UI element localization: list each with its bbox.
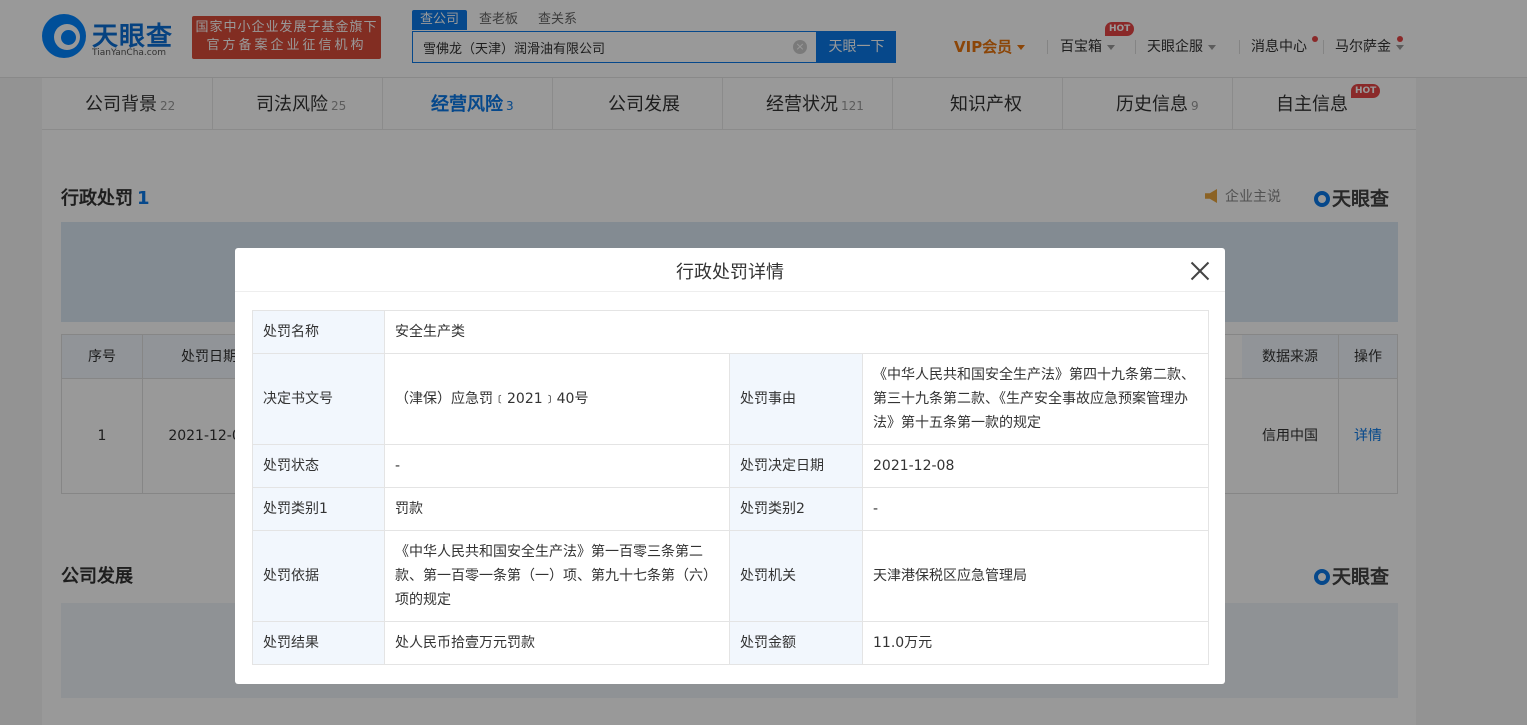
modal-title: 行政处罚详情 <box>676 262 784 283</box>
value-penalty-status: - <box>384 444 730 488</box>
close-icon[interactable] <box>1189 260 1211 282</box>
value-penalty-basis: 《中华人民共和国安全生产法》第一百零三条第二款、第一百零一条第（一）项、第九十七… <box>384 530 730 622</box>
detail-row: 处罚状态 - 处罚决定日期 2021-12-08 <box>252 444 1210 488</box>
detail-row: 处罚依据 《中华人民共和国安全生产法》第一百零三条第二款、第一百零一条第（一）项… <box>252 530 1210 622</box>
value-decision-no: （津保）应急罚﹝2021﹞40号 <box>384 353 730 445</box>
modal-header: 行政处罚详情 <box>235 248 1225 292</box>
value-decision-date: 2021-12-08 <box>861 444 1210 488</box>
label-penalty-name: 处罚名称 <box>252 310 385 354</box>
value-penalty-type-1: 罚款 <box>384 487 730 531</box>
value-penalty-type-2: - <box>861 487 1210 531</box>
label-penalty-type-1: 处罚类别1 <box>252 487 385 531</box>
value-penalty-amount: 11.0万元 <box>861 621 1210 665</box>
value-penalty-result: 处人民币拾壹万元罚款 <box>384 621 730 665</box>
value-penalty-reason: 《中华人民共和国安全生产法》第四十九条第二款、第三十九条第二款、《生产安全事故应… <box>861 353 1210 445</box>
label-penalty-reason: 处罚事由 <box>729 353 863 445</box>
label-penalty-basis: 处罚依据 <box>252 530 385 622</box>
detail-row: 处罚名称 安全生产类 <box>252 310 1210 354</box>
penalty-detail-table: 处罚名称 安全生产类 决定书文号 （津保）应急罚﹝2021﹞40号 处罚事由 《… <box>252 310 1210 665</box>
detail-row: 处罚类别1 罚款 处罚类别2 - <box>252 487 1210 531</box>
label-penalty-authority: 处罚机关 <box>729 530 863 622</box>
detail-row: 决定书文号 （津保）应急罚﹝2021﹞40号 处罚事由 《中华人民共和国安全生产… <box>252 353 1210 445</box>
label-penalty-result: 处罚结果 <box>252 621 385 665</box>
label-penalty-amount: 处罚金额 <box>729 621 863 665</box>
value-penalty-name: 安全生产类 <box>383 310 1210 354</box>
detail-row: 处罚结果 处人民币拾壹万元罚款 处罚金额 11.0万元 <box>252 621 1210 665</box>
label-penalty-type-2: 处罚类别2 <box>729 487 863 531</box>
value-penalty-authority: 天津港保税区应急管理局 <box>861 530 1210 622</box>
label-penalty-status: 处罚状态 <box>252 444 385 488</box>
label-decision-no: 决定书文号 <box>252 353 385 445</box>
penalty-detail-modal: 行政处罚详情 处罚名称 安全生产类 决定书文号 （津保）应急罚﹝2021﹞40号… <box>235 248 1225 684</box>
label-decision-date: 处罚决定日期 <box>729 444 863 488</box>
